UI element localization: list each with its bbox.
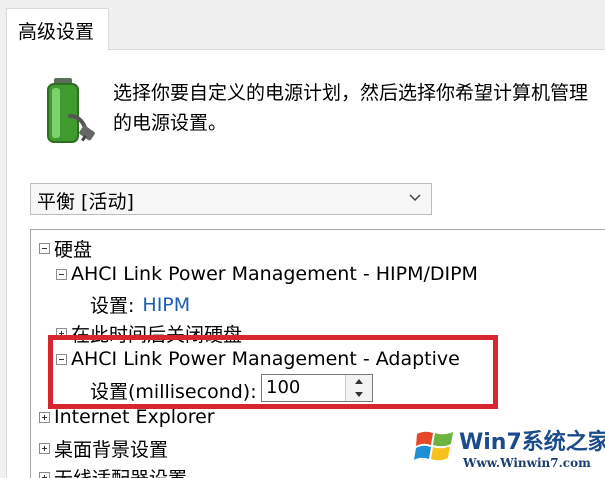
tab-advanced-settings[interactable]: 高级设置: [6, 8, 109, 50]
collapse-icon[interactable]: [56, 268, 67, 280]
battery-icon: [47, 78, 95, 143]
description-line-1: 选择你要自定义的电源计划，然后选择你希望计算机管理: [113, 82, 589, 104]
expand-icon[interactable]: [56, 328, 67, 339]
tree-node-internet-explorer[interactable]: Internet Explorer: [39, 406, 215, 428]
tree-node-label: AHCI Link Power Management - Adaptive: [71, 348, 460, 370]
tree-node-wireless-adapter[interactable]: 无线适配器设置: [39, 464, 187, 478]
power-plan-selected: 平衡 [活动]: [37, 191, 134, 213]
arrow-down-icon: [355, 392, 363, 397]
collapse-icon[interactable]: [39, 243, 50, 254]
description-text: 选择你要自定义的电源计划，然后选择你希望计算机管理 的电源设置。: [113, 78, 605, 138]
stepper-value[interactable]: 100: [266, 377, 300, 398]
tab-label: 高级设置: [18, 21, 95, 43]
expand-icon[interactable]: [39, 472, 50, 478]
setting-label: 设置:: [90, 295, 135, 317]
stepper-down-button[interactable]: [346, 388, 372, 401]
tree-node-label: AHCI Link Power Management - HIPM/DIPM: [71, 263, 478, 285]
power-plan-dropdown[interactable]: 平衡 [活动]: [30, 183, 432, 215]
tree-node-label: Internet Explorer: [54, 406, 215, 428]
tree-node-label: 无线适配器设置: [54, 464, 187, 478]
stepper-up-button[interactable]: [346, 375, 372, 389]
tree-node-hard-disk[interactable]: 硬盘: [39, 235, 92, 262]
tree-node-desktop-background[interactable]: 桌面背景设置: [39, 435, 168, 462]
stepper-buttons: [345, 375, 372, 401]
tree-node-turn-off-disk[interactable]: 在此时间后关闭硬盘: [56, 320, 242, 347]
setting-value-link[interactable]: HIPM: [142, 294, 190, 316]
tree-node-ahci-hipm[interactable]: AHCI Link Power Management - HIPM/DIPM: [56, 263, 478, 285]
arrow-up-icon: [355, 379, 363, 384]
tree-node-ahci-adaptive[interactable]: AHCI Link Power Management - Adaptive: [56, 348, 460, 370]
setting-label: 设置(millisecond):: [90, 381, 257, 403]
millisecond-stepper[interactable]: 100: [261, 374, 373, 402]
expand-icon[interactable]: [39, 411, 50, 423]
chevron-down-icon: [409, 194, 421, 202]
setting-row-hipm: 设置: HIPM: [90, 291, 190, 318]
watermark: Win7系统之家 Www.Winwin7.com: [407, 418, 605, 478]
tree-node-label: 在此时间后关闭硬盘: [71, 324, 243, 346]
setting-row-adaptive: 设置(millisecond):: [90, 377, 257, 404]
tree-node-label: 桌面背景设置: [54, 439, 169, 461]
power-options-window: 高级设置 选择你要自定义的电源计划，然后选择你希望计算机管理 的电源设置。 平衡…: [0, 0, 605, 478]
tree-node-label: 硬盘: [54, 239, 93, 261]
watermark-name: Win7系统之家: [459, 430, 605, 455]
description-line-2: 的电源设置。: [113, 112, 228, 134]
watermark-url: Www.Winwin7.com: [463, 456, 591, 470]
windows-logo-icon: [414, 431, 453, 461]
expand-icon[interactable]: [39, 443, 50, 454]
collapse-icon[interactable]: [56, 353, 67, 365]
